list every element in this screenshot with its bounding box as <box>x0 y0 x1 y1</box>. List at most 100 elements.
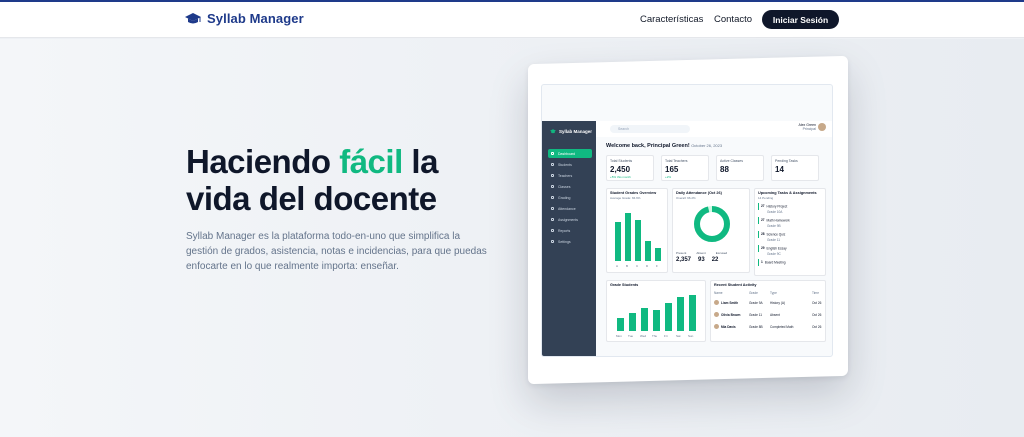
mockup-user: Alex Green Principal <box>782 123 826 133</box>
mockup-search: Search <box>610 125 690 133</box>
task-item: 1 Board Meeting <box>758 259 786 266</box>
activity-header-time: Time <box>812 291 819 295</box>
present-label: Present <box>676 251 687 255</box>
student-bar-label: Wed <box>640 334 647 338</box>
task-day: 27 <box>761 204 765 209</box>
student-bar <box>677 297 684 331</box>
attendance-sub: Overall: 96.2% <box>676 196 696 200</box>
tasks-card: Upcoming Tasks & Assignments 14 Pending … <box>754 188 826 276</box>
attendance-card: Daily Attendance (Oct 26) Overall: 96.2%… <box>672 188 750 273</box>
sidebar-item-icon <box>551 229 554 232</box>
navbar: Syllab Manager Características Contacto … <box>0 2 1024 38</box>
mockup-sidebar-item: Assignments <box>548 215 592 224</box>
sidebar-item-icon <box>551 163 554 166</box>
tasks-sub: 14 Pending <box>758 196 774 200</box>
grades-overview-card: Student Grades Overview Average Grade: 8… <box>606 188 668 273</box>
attendance-donut <box>694 206 730 242</box>
absent-value: 93 <box>698 257 705 263</box>
activity-header-name: Name <box>714 291 723 295</box>
stat-card: Total Teachers 165 +2% <box>661 155 709 181</box>
student-bar-label: Mon <box>616 334 622 338</box>
sidebar-item-icon <box>551 174 554 177</box>
student-bar-label: Sun <box>688 334 694 338</box>
dashboard-mockup: Syllab Manager Dashboard Students Teachers… <box>541 84 833 357</box>
stat-value: 2,450 <box>610 165 631 174</box>
activity-grade: Grade 11 <box>749 313 763 317</box>
grade-bar <box>615 222 621 261</box>
headline-line2: vida del docente <box>186 180 437 217</box>
mockup-sidebar-item: Teachers <box>548 171 592 180</box>
welcome-text: Welcome back, Principal Green! <box>606 143 690 149</box>
sidebar-item-icon <box>551 218 554 221</box>
mockup-sidebar-item: Reports <box>548 226 592 235</box>
sidebar-item-label: Classes <box>558 184 571 189</box>
mockup-sidebar-item: Settings <box>548 237 592 246</box>
hero-headline: Haciendo fácil la vida del docente <box>186 143 438 217</box>
brand-logo[interactable]: Syllab Manager <box>185 11 304 26</box>
stat-card: Total Students 2,450 +5% this month <box>606 155 654 181</box>
activity-name: Olivia Brown <box>721 313 741 317</box>
student-bar <box>665 303 672 331</box>
headline-accent: fácil <box>339 143 403 180</box>
mockup-user-role: Principal <box>802 127 816 131</box>
excused-value: 22 <box>711 257 719 263</box>
mockup-header: Search Alex Green Principal <box>596 121 832 137</box>
activity-time: Oct 26 <box>812 301 822 305</box>
student-bar <box>689 295 696 331</box>
activity-header-type: Type <box>770 291 777 295</box>
stat-value: 165 <box>665 165 679 174</box>
task-item: 28 Science Quiz Grade 11 <box>758 231 785 242</box>
sidebar-item-label: Grading <box>558 195 571 200</box>
activity-card: Recent Student Activity Name Grade Type … <box>710 280 826 342</box>
grade-bar-label: C <box>636 264 639 268</box>
task-item: 29 English Essay Grade 9C <box>758 245 787 256</box>
tasks-title: Upcoming Tasks & Assignments <box>758 191 817 195</box>
headline-part2: la <box>402 143 438 180</box>
hero-description: Syllab Manager es la plataforma todo-en-… <box>186 231 487 272</box>
graduation-cap-icon <box>185 12 201 25</box>
headline-part1: Haciendo <box>186 143 340 180</box>
mockup-app-name: Syllab Manager <box>559 129 593 134</box>
sidebar-item-icon <box>551 152 554 155</box>
activity-title: Recent Student Activity <box>714 283 757 287</box>
stat-value: 14 <box>775 165 784 174</box>
hero-section <box>0 39 1024 437</box>
activity-type: Completed Math <box>770 325 794 329</box>
sidebar-item-icon <box>551 196 554 199</box>
task-marker <box>758 245 759 252</box>
sidebar-item-label: Teachers <box>558 173 573 178</box>
sidebar-item-label: Students <box>558 162 572 167</box>
mockup-sidebar-item: Grading <box>548 193 592 202</box>
sidebar-item-label: Reports <box>558 228 571 233</box>
grade-bar <box>645 241 651 261</box>
avatar <box>818 123 826 131</box>
task-title: English Essay <box>766 246 787 251</box>
activity-name: Liam Smith <box>721 301 739 305</box>
excused-label: Excused <box>715 251 728 255</box>
stat-card: Pending Tasks 14 <box>771 155 819 181</box>
task-grade: Grade 9B <box>767 224 781 228</box>
avatar <box>714 312 719 317</box>
sidebar-item-icon <box>551 185 554 188</box>
student-bar-label: Fri <box>664 334 668 338</box>
stat-label: Active Classes <box>720 159 743 163</box>
task-day: 27 <box>761 218 765 223</box>
grade-bar-label: F <box>656 264 658 268</box>
task-grade: Grade 11 <box>767 238 781 242</box>
mockup-sidebar-item: Attendance <box>548 204 592 213</box>
sidebar-item-icon <box>551 207 554 210</box>
nav-link-features[interactable]: Características <box>640 14 703 25</box>
task-marker <box>758 231 759 238</box>
task-title: Math Homework <box>766 218 790 223</box>
stat-label: Total Students <box>610 159 633 163</box>
activity-type: History (A) <box>770 301 786 305</box>
login-button[interactable]: Iniciar Sesión <box>762 10 839 29</box>
stat-sub: +5% this month <box>610 175 631 179</box>
activity-grade: Grade 8B <box>749 325 763 329</box>
stat-value: 88 <box>720 165 729 174</box>
student-bar-label: Sat <box>676 334 681 338</box>
nav-link-contact[interactable]: Contacto <box>714 14 752 25</box>
task-marker <box>758 259 759 266</box>
sidebar-item-label: Assignments <box>558 217 579 222</box>
stat-label: Total Teachers <box>665 159 688 163</box>
